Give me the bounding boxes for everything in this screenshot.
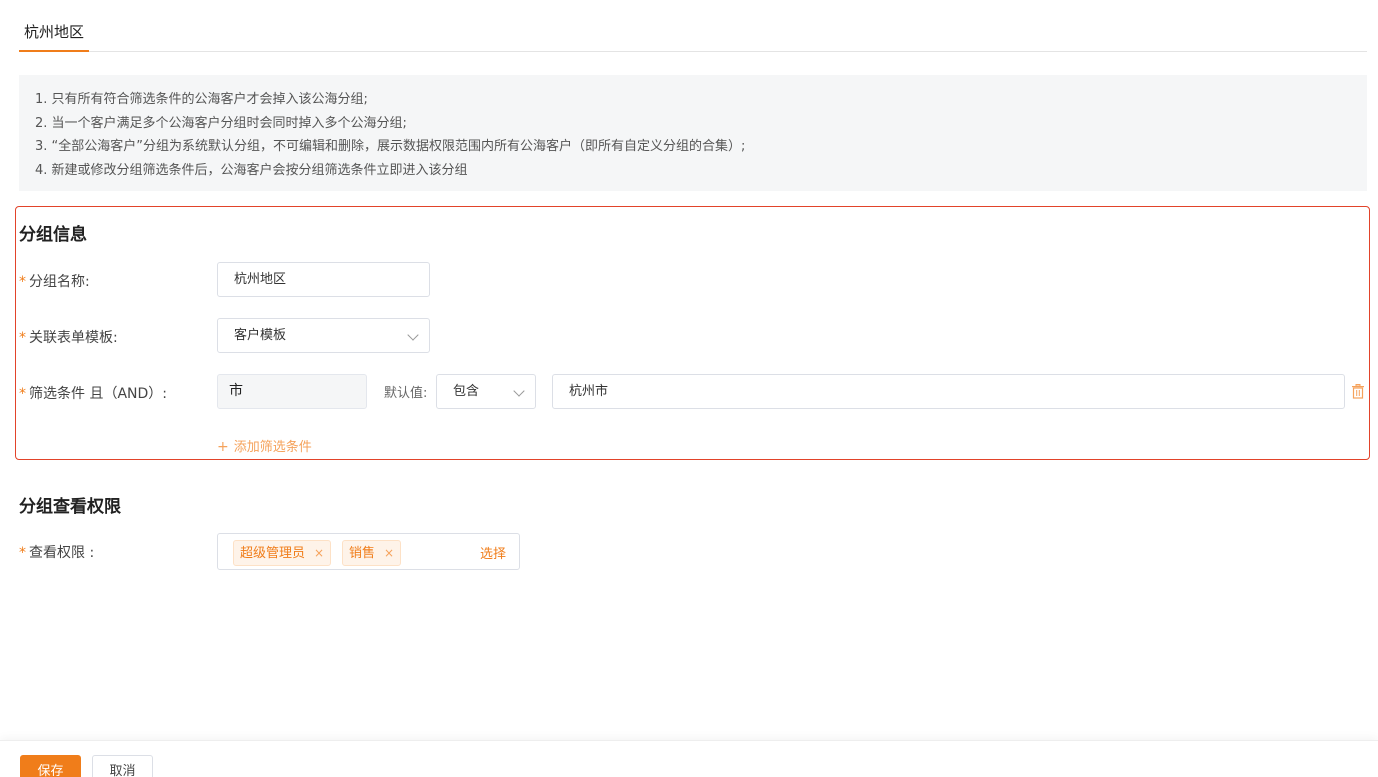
- filter-operator-value: 包含: [453, 384, 480, 399]
- group-info-title: 分组信息: [19, 225, 87, 245]
- save-button[interactable]: 保存: [20, 755, 81, 777]
- notice-line: 1. 只有所有符合筛选条件的公海客户才会掉入该公海分组;: [35, 92, 368, 107]
- required-mark: *: [19, 330, 26, 346]
- plus-icon: +: [217, 439, 229, 455]
- filter-value-input[interactable]: 杭州市: [552, 374, 1345, 409]
- group-name-input[interactable]: 杭州地区: [217, 262, 430, 297]
- template-select-value: 客户模板: [234, 328, 287, 343]
- required-mark: *: [19, 274, 26, 290]
- trash-icon[interactable]: [1351, 384, 1365, 399]
- required-mark: *: [19, 386, 26, 402]
- permission-tag: 超级管理员 ×: [233, 540, 332, 566]
- permission-tag-label: 销售: [349, 546, 376, 561]
- default-value-label: 默认值:: [384, 386, 428, 401]
- footer-bar: 保存 取消: [0, 740, 1378, 777]
- permission-selector[interactable]: 超级管理员 × 销售 × 选择: [217, 533, 520, 570]
- add-condition-label: 添加筛选条件: [233, 440, 312, 455]
- notice-panel: 1. 只有所有符合筛选条件的公海客户才会掉入该公海分组; 2. 当一个客户满足多…: [19, 75, 1367, 191]
- template-select[interactable]: 客户模板: [217, 318, 430, 353]
- cancel-button[interactable]: 取消: [92, 755, 153, 777]
- template-label: * 关联表单模板:: [19, 330, 118, 346]
- permissions-title: 分组查看权限: [19, 497, 121, 517]
- close-icon[interactable]: ×: [314, 546, 324, 560]
- tab-bar: 杭州地区: [19, 0, 1367, 52]
- tab-hangzhou[interactable]: 杭州地区: [19, 20, 90, 52]
- select-permission-link[interactable]: 选择: [480, 543, 506, 562]
- permission-tag: 销售 ×: [342, 540, 402, 566]
- required-mark: *: [19, 545, 26, 561]
- filter-label: * 筛选条件 且（AND）:: [19, 386, 167, 402]
- chevron-down-icon: [407, 329, 419, 341]
- filter-field: 市: [217, 374, 367, 409]
- view-permission-label: * 查看权限 :: [19, 545, 95, 561]
- permission-tag-label: 超级管理员: [240, 546, 306, 561]
- close-icon[interactable]: ×: [384, 546, 394, 560]
- notice-line: 3. “全部公海客户”分组为系统默认分组，不可编辑和删除，展示数据权限范围内所有…: [35, 139, 746, 154]
- add-condition-button[interactable]: + 添加筛选条件: [217, 436, 312, 455]
- group-name-label: * 分组名称:: [19, 274, 90, 290]
- chevron-down-icon: [513, 385, 525, 397]
- filter-operator-select[interactable]: 包含: [436, 374, 536, 409]
- notice-line: 2. 当一个客户满足多个公海客户分组时会同时掉入多个公海分组;: [35, 115, 407, 131]
- notice-line: 4. 新建或修改分组筛选条件后，公海客户会按分组筛选条件立即进入该分组: [35, 162, 468, 178]
